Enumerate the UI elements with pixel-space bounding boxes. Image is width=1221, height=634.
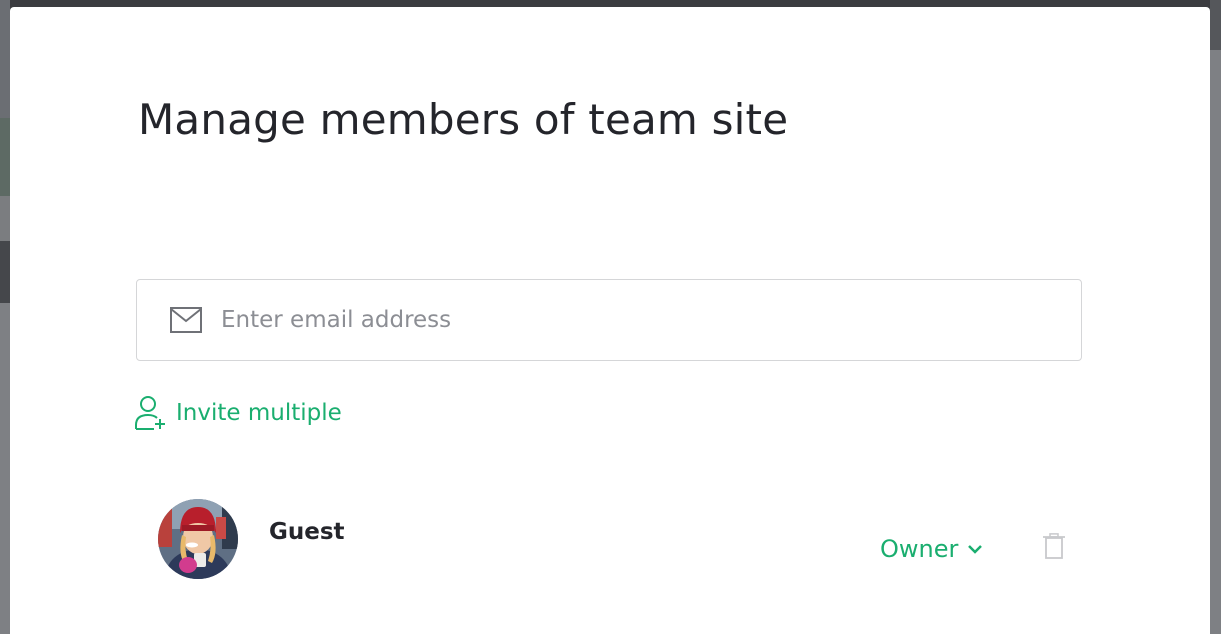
avatar-photo — [158, 499, 238, 579]
member-row: Guest Owner — [158, 499, 1068, 579]
backdrop-left — [0, 0, 10, 634]
manage-members-modal: Manage members of team site Invite multi… — [10, 7, 1210, 634]
backdrop-right — [1210, 0, 1221, 634]
role-dropdown[interactable]: Owner — [880, 535, 984, 563]
email-input[interactable] — [221, 298, 1041, 342]
member-name: Guest — [269, 519, 345, 545]
delete-icon[interactable] — [1042, 533, 1066, 559]
mail-icon — [170, 307, 202, 333]
avatar[interactable] — [158, 499, 238, 579]
email-field-container[interactable] — [136, 279, 1082, 361]
invite-multiple-button[interactable]: Invite multiple — [134, 395, 342, 431]
invite-multiple-label: Invite multiple — [176, 400, 342, 426]
role-label: Owner — [880, 535, 959, 563]
add-user-icon — [135, 396, 165, 430]
chevron-down-icon — [968, 545, 983, 554]
modal-title: Manage members of team site — [138, 95, 789, 144]
